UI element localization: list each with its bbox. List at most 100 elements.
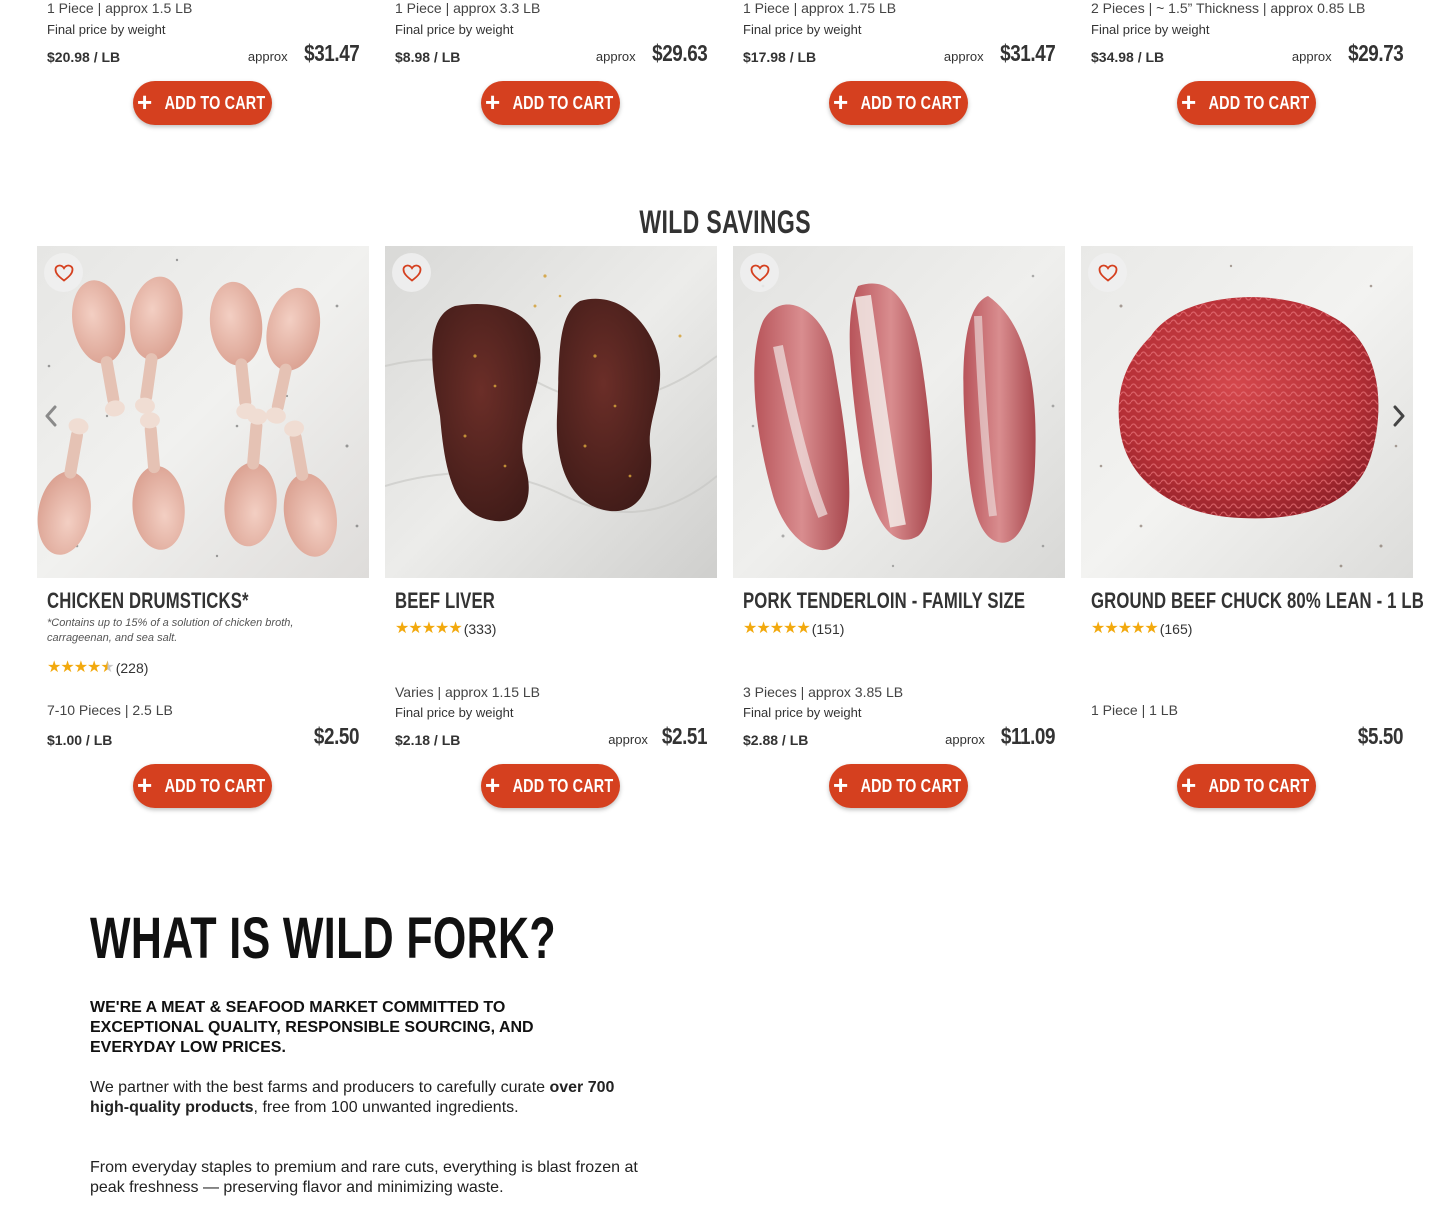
product-image[interactable] <box>37 246 369 578</box>
approx-label: approx <box>943 49 984 64</box>
price-block: approx $11.09 <box>945 723 1055 750</box>
add-to-cart-button[interactable]: + ADD TO CART <box>481 81 620 125</box>
star-icon: ★ <box>1117 620 1133 637</box>
product-price: $5.50 <box>1357 723 1404 749</box>
product-image[interactable] <box>385 246 717 578</box>
product-size: 1 Piece | approx 3.3 LB <box>395 0 541 16</box>
rating-count: (165) <box>1159 621 1193 637</box>
product-name[interactable]: GROUND BEEF CHUCK 80% LEAN - 1 LB <box>1091 588 1424 614</box>
product-name[interactable]: CHICKEN DRUMSTICKS* <box>47 588 249 614</box>
add-to-cart-button[interactable]: + ADD TO CART <box>829 81 968 125</box>
star-rating-icons: ★ ★ ★ ★ ★ <box>395 620 463 637</box>
add-to-cart-button[interactable]: + ADD TO CART <box>1177 764 1316 808</box>
price-per-lb: $2.18 / LB <box>395 732 461 748</box>
about-p1-text: We partner with the best farms and produ… <box>90 1079 550 1096</box>
final-price-note: Final price by weight <box>47 22 166 37</box>
product-rating[interactable]: ★ ★ ★ ★ ★ (151) <box>743 620 845 638</box>
chicken-drumsticks-image <box>37 246 369 578</box>
star-half-icon: ★ <box>100 659 115 676</box>
product-name[interactable]: BEEF LIVER <box>395 588 495 614</box>
final-price-note: Final price by weight <box>743 22 862 37</box>
star-icon: ★ <box>408 620 423 637</box>
star-icon: ★ <box>796 620 811 637</box>
product-card: 1 Piece | approx 1.5 LB Final price by w… <box>37 0 369 140</box>
favorite-button[interactable] <box>44 253 83 292</box>
favorite-button[interactable] <box>1088 253 1127 292</box>
pork-tenderloin-image <box>733 246 1065 578</box>
about-lead: We're a meat & seafood market committed … <box>90 999 534 1056</box>
add-to-cart-button[interactable]: + ADD TO CART <box>829 764 968 808</box>
product-image[interactable] <box>733 246 1065 578</box>
star-rating-icons: ★ ★ ★ ★ ★ <box>1091 620 1159 637</box>
approx-label: approx <box>1291 49 1332 64</box>
heart-icon <box>1098 264 1117 282</box>
add-to-cart-button[interactable]: + ADD TO CART <box>1177 81 1316 125</box>
product-card-chicken-drumsticks: CHICKEN DRUMSTICKS* *Contains up to 15% … <box>37 246 369 816</box>
plus-icon: + <box>1180 770 1197 800</box>
product-rating[interactable]: ★ ★ ★ ★ ★ (333) <box>395 620 497 638</box>
product-rating[interactable]: ★ ★ ★ ★ ★ (228) <box>47 659 148 677</box>
favorite-button[interactable] <box>392 253 431 292</box>
price-block: approx $29.63 <box>596 40 708 67</box>
final-price-note: Final price by weight <box>1091 22 1210 37</box>
product-size: Varies | approx 1.15 LB <box>395 684 541 700</box>
product-price: $29.73 <box>1347 40 1404 66</box>
price-block: approx $2.51 <box>608 723 707 750</box>
star-icon: ★ <box>783 620 798 637</box>
heart-icon <box>402 264 421 282</box>
add-to-cart-label: ADD TO CART <box>860 92 962 113</box>
add-to-cart-label: ADD TO CART <box>860 775 962 796</box>
product-size: 1 Piece | approx 1.5 LB <box>47 0 193 16</box>
price-block: approx $29.73 <box>1291 40 1404 67</box>
star-icon: ★ <box>1091 620 1106 637</box>
product-card: 1 Piece | approx 1.75 LB Final price by … <box>733 0 1065 140</box>
add-to-cart-button[interactable]: + ADD TO CART <box>133 81 272 125</box>
about-paragraph-1: We partner with the best farms and produ… <box>90 1078 630 1118</box>
product-name[interactable]: PORK TENDERLOIN - FAMILY SIZE <box>743 588 1025 614</box>
price-block: approx $31.47 <box>943 40 1056 67</box>
plus-icon: + <box>136 87 153 117</box>
star-icon: ★ <box>87 659 102 676</box>
product-size: 1 Piece | approx 1.75 LB <box>743 0 897 16</box>
final-price-note: Final price by weight <box>395 22 514 37</box>
add-to-cart-label: ADD TO CART <box>164 775 266 796</box>
product-price: $29.63 <box>651 40 708 66</box>
add-to-cart-button[interactable]: + ADD TO CART <box>481 764 620 808</box>
add-to-cart-label: ADD TO CART <box>1208 92 1310 113</box>
approx-label: approx <box>247 49 288 64</box>
product-card-ground-beef: GROUND BEEF CHUCK 80% LEAN - 1 LB ★ ★ ★ ★ ★ … <box>1081 246 1424 816</box>
rating-count: (151) <box>811 621 845 637</box>
product-size: 7-10 Pieces | 2.5 LB <box>47 702 173 718</box>
chevron-left-icon <box>45 405 57 427</box>
add-to-cart-label: ADD TO CART <box>512 92 614 113</box>
star-icon: ★ <box>47 659 62 676</box>
add-to-cart-button[interactable]: + ADD TO CART <box>133 764 272 808</box>
beef-liver-image <box>385 246 717 578</box>
add-to-cart-label: ADD TO CART <box>1208 775 1310 796</box>
star-icon: ★ <box>769 620 785 637</box>
star-icon: ★ <box>73 659 89 676</box>
price-per-lb: $1.00 / LB <box>47 732 113 748</box>
add-to-cart-label: ADD TO CART <box>512 775 614 796</box>
add-to-cart-label: ADD TO CART <box>164 92 266 113</box>
about-p1-text-end: , free from 100 unwanted ingredients. <box>253 1099 519 1116</box>
plus-icon: + <box>832 770 849 800</box>
star-icon: ★ <box>756 620 771 637</box>
carousel-prev-button[interactable] <box>36 396 66 436</box>
plus-icon: + <box>832 87 849 117</box>
star-icon: ★ <box>435 620 450 637</box>
approx-label: approx <box>608 732 648 747</box>
star-icon: ★ <box>448 620 463 637</box>
product-image[interactable] <box>1081 246 1413 578</box>
product-size: 1 Piece | 1 LB <box>1091 702 1178 718</box>
product-price: $2.50 <box>313 723 360 749</box>
product-size: 3 Pieces | approx 3.85 LB <box>743 684 904 700</box>
star-icon: ★ <box>743 620 758 637</box>
product-rating[interactable]: ★ ★ ★ ★ ★ (165) <box>1091 620 1193 638</box>
favorite-button[interactable] <box>740 253 779 292</box>
star-icon: ★ <box>1144 620 1159 637</box>
chevron-right-icon <box>1393 405 1405 427</box>
rating-count: (333) <box>463 621 497 637</box>
carousel-next-button[interactable] <box>1384 396 1414 436</box>
product-size: 2 Pieces | ~ 1.5” Thickness | approx 0.8… <box>1091 0 1366 16</box>
